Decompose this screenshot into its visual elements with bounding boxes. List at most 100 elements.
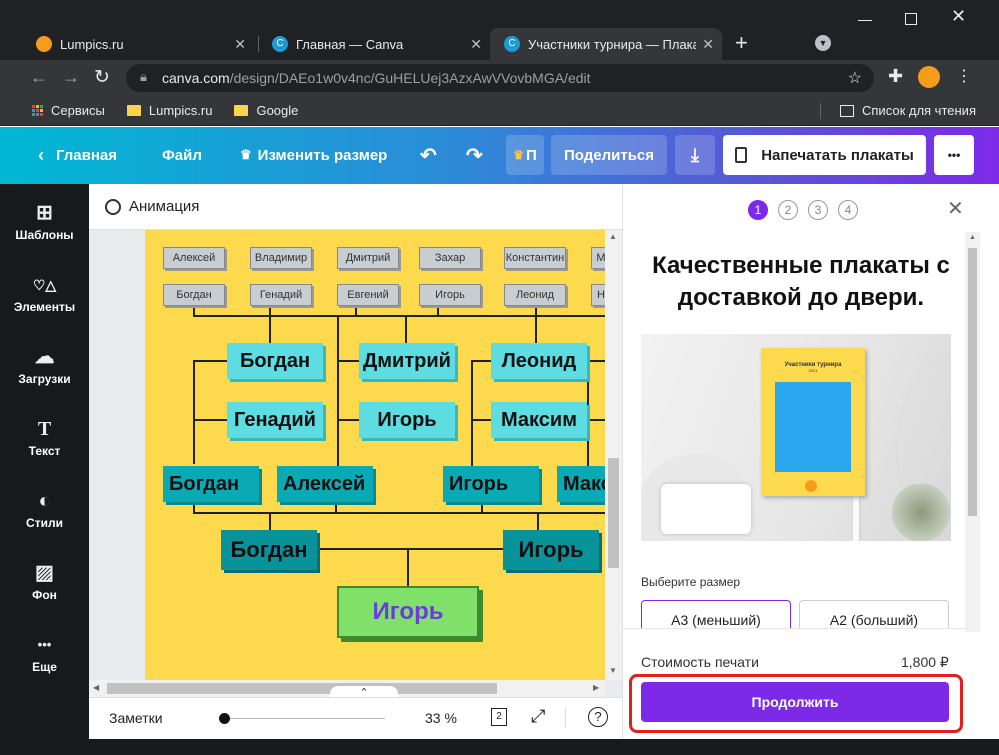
participant-card[interactable]: М bbox=[591, 247, 605, 269]
background-pattern-icon: ▨ bbox=[35, 562, 54, 584]
lock-icon: 🔒︎ bbox=[140, 69, 147, 84]
fullscreen-icon[interactable]: ⤢ bbox=[531, 706, 545, 727]
step-indicator: 3 bbox=[808, 200, 828, 220]
cloud-upload-icon: ☁ bbox=[34, 346, 55, 368]
menu-icon[interactable]: ⋮ bbox=[956, 66, 972, 86]
animation-icon[interactable] bbox=[105, 198, 121, 215]
round-card[interactable]: Генадий bbox=[227, 402, 323, 438]
more-dots-icon: ••• bbox=[37, 637, 52, 652]
participant-card[interactable]: Константин bbox=[504, 247, 566, 269]
more-button[interactable]: ••• bbox=[934, 135, 974, 175]
close-panel-icon[interactable]: ✕ bbox=[947, 196, 964, 221]
participant-card[interactable]: Дмитрий bbox=[337, 247, 399, 269]
participant-card[interactable]: Леонид bbox=[504, 284, 566, 306]
participant-card[interactable]: Владимир bbox=[250, 247, 312, 269]
canvas-vertical-scrollbar[interactable]: ▲ ▼ bbox=[605, 230, 622, 680]
animation-button[interactable]: Анимация bbox=[129, 198, 199, 215]
semi-card[interactable]: Алексей bbox=[277, 466, 373, 502]
zoom-slider[interactable] bbox=[225, 718, 385, 719]
close-tab-icon[interactable]: ✕ bbox=[234, 36, 246, 53]
share-button[interactable]: Поделиться bbox=[551, 135, 667, 175]
tab-lumpics[interactable]: Lumpics.ru ✕ bbox=[22, 28, 254, 60]
canva-favicon-icon: C bbox=[504, 36, 520, 52]
forward-icon[interactable]: → bbox=[62, 67, 80, 88]
canva-header: ‹ Главная Файл ♛ Изменить размер ↶ ↷ ♛ П По… bbox=[0, 127, 999, 184]
zoom-slider-handle[interactable] bbox=[219, 713, 230, 724]
minimize-icon[interactable] bbox=[858, 20, 872, 21]
new-tab-icon[interactable]: + bbox=[735, 30, 748, 56]
tab-search-icon[interactable]: ▼ bbox=[815, 35, 831, 51]
round-card[interactable]: Леонид bbox=[491, 343, 587, 379]
winner-card[interactable]: Игорь bbox=[337, 586, 479, 638]
sidebar-item-styles[interactable]: ◐ Стили bbox=[0, 488, 89, 530]
tab-canva-design[interactable]: C Участники турнира — Плакат ✕ bbox=[490, 28, 722, 60]
step-indicator: 2 bbox=[778, 200, 798, 220]
notes-button[interactable]: Заметки bbox=[109, 710, 163, 726]
participant-card[interactable]: Богдан bbox=[163, 284, 225, 306]
sidebar-item-elements[interactable]: ♡△ Элементы bbox=[0, 272, 89, 314]
sidebar-item-templates[interactable]: ⊞ Шаблоны bbox=[0, 200, 89, 242]
undo-icon[interactable]: ↶ bbox=[420, 135, 437, 175]
print-posters-button[interactable]: Напечатать плакаты bbox=[723, 135, 926, 175]
bookmark-label: Сервисы bbox=[51, 103, 105, 118]
participant-card[interactable]: Алексей bbox=[163, 247, 225, 269]
lumpics-favicon-icon bbox=[36, 36, 52, 52]
sidebar-item-more[interactable]: ••• Еще bbox=[0, 632, 89, 674]
close-tab-icon[interactable]: ✕ bbox=[702, 36, 714, 53]
resize-button[interactable]: ♛ Изменить размер bbox=[240, 135, 387, 175]
redo-icon[interactable]: ↷ bbox=[466, 135, 483, 175]
bookmark-services[interactable]: Сервисы bbox=[32, 103, 105, 118]
participant-card[interactable]: Захар bbox=[419, 247, 481, 269]
close-tab-icon[interactable]: ✕ bbox=[470, 36, 482, 53]
reading-list[interactable]: Список для чтения bbox=[840, 103, 976, 118]
bookmark-google[interactable]: Google bbox=[234, 103, 298, 118]
participant-card[interactable]: Игорь bbox=[419, 284, 481, 306]
folder-icon bbox=[234, 105, 249, 116]
reload-icon[interactable]: ↻ bbox=[94, 66, 110, 89]
round-card[interactable]: Дмитрий bbox=[359, 343, 455, 379]
crown-icon: ♛ bbox=[513, 148, 524, 162]
semi-card[interactable]: Игорь bbox=[443, 466, 539, 502]
size-label: Выберите размер bbox=[641, 575, 741, 589]
poster-canvas[interactable]: Алексей Владимир Дмитрий Захар Константи… bbox=[145, 230, 605, 680]
panel-scrollbar[interactable]: ▲ bbox=[965, 232, 980, 632]
price-label: Стоимость печати bbox=[641, 654, 759, 670]
extensions-icon[interactable]: ✚ bbox=[888, 66, 903, 87]
sidebar-item-background[interactable]: ▨ Фон bbox=[0, 560, 89, 602]
round-card[interactable]: Богдан bbox=[227, 343, 323, 379]
omnibox[interactable]: 🔒︎ canva.com/design/DAEo1w0v4nc/GuHELUej… bbox=[126, 64, 874, 92]
help-icon[interactable]: ? bbox=[588, 707, 608, 727]
close-window-icon[interactable]: ✕ bbox=[951, 6, 966, 27]
bottom-toolbar: Заметки 33 % 2 ⤢ ? bbox=[89, 697, 622, 739]
crown-icon: ♛ bbox=[240, 147, 252, 162]
bookmark-lumpics[interactable]: Lumpics.ru bbox=[126, 103, 212, 118]
canva-favicon-icon: C bbox=[272, 36, 288, 52]
price-value: 1,800 ₽ bbox=[901, 654, 949, 670]
upgrade-button[interactable]: ♛ П bbox=[506, 135, 544, 175]
sidebar-item-uploads[interactable]: ☁ Загрузки bbox=[0, 344, 89, 386]
step-indicator: 4 bbox=[838, 200, 858, 220]
participant-card[interactable]: Генадий bbox=[250, 284, 312, 306]
palette-icon: ◐ bbox=[38, 490, 51, 512]
semi-card[interactable]: Богдан bbox=[163, 466, 259, 502]
page-count-icon[interactable]: 2 bbox=[491, 708, 507, 726]
maximize-icon[interactable] bbox=[905, 13, 917, 25]
zoom-level[interactable]: 33 % bbox=[425, 710, 457, 726]
participant-card[interactable]: Н bbox=[591, 284, 605, 306]
profile-avatar[interactable] bbox=[918, 66, 940, 88]
file-menu[interactable]: Файл bbox=[162, 135, 202, 175]
bookmark-label: Google bbox=[256, 103, 299, 118]
sidebar-item-text[interactable]: T Текст bbox=[0, 416, 89, 458]
back-icon[interactable]: ← bbox=[30, 67, 48, 88]
round-card[interactable]: Игорь bbox=[359, 402, 455, 438]
round-card[interactable]: Максим bbox=[491, 402, 587, 438]
participant-card[interactable]: Евгений bbox=[337, 284, 399, 306]
semi-card[interactable]: Макс bbox=[557, 466, 605, 502]
reading-list-icon bbox=[840, 104, 854, 117]
bookmark-star-icon[interactable]: ☆ bbox=[848, 68, 862, 88]
final-card[interactable]: Игорь bbox=[503, 530, 599, 570]
home-button[interactable]: ‹ Главная bbox=[38, 135, 117, 175]
download-icon[interactable]: ⤓ bbox=[675, 135, 715, 175]
tab-canva-home[interactable]: C Главная — Canva ✕ bbox=[258, 28, 490, 60]
final-card[interactable]: Богдан bbox=[221, 530, 317, 570]
